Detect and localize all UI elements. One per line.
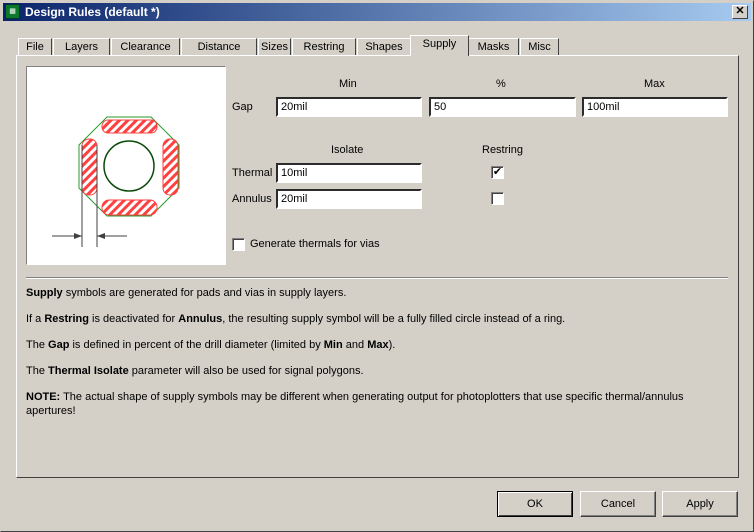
vias-thermals-checkbox[interactable] xyxy=(232,238,245,251)
thermal-preview-image xyxy=(26,66,226,265)
help-text: The actual shape of supply symbols may b… xyxy=(26,391,684,417)
tab-layers[interactable]: Layers xyxy=(53,38,110,56)
thermal-restring-checkbox[interactable]: ✔ xyxy=(491,166,504,179)
cancel-button[interactable]: Cancel xyxy=(580,491,656,517)
help-bold-text: Min xyxy=(323,339,343,351)
app-icon: ▦ xyxy=(5,4,20,19)
tab-file[interactable]: File xyxy=(18,38,52,56)
help-bold-text: Annulus xyxy=(178,313,223,325)
tab-sizes[interactable]: Sizes xyxy=(258,38,291,56)
annulus-label: Annulus xyxy=(232,193,272,205)
gap-percent-input[interactable]: 50 xyxy=(429,97,576,117)
help-text: The xyxy=(26,365,49,377)
restring-header: Restring xyxy=(482,144,523,156)
help-bold-text: Restring xyxy=(44,313,89,325)
max-header: Max xyxy=(644,78,665,90)
help-text: symbols are generated for pads and vias … xyxy=(62,287,347,299)
ok-button[interactable]: OK xyxy=(497,491,573,517)
tab-shapes[interactable]: Shapes xyxy=(357,38,411,56)
close-button[interactable]: ✕ xyxy=(732,5,748,19)
help-bold-text: Thermal Isolate xyxy=(48,365,129,377)
tab-restring[interactable]: Restring xyxy=(292,38,356,56)
annulus-isolate-input[interactable]: 20mil xyxy=(276,189,422,209)
help-text: and xyxy=(342,339,368,351)
help-bold-text: Supply xyxy=(26,287,63,299)
help-text: ). xyxy=(388,339,396,351)
tab-distance[interactable]: Distance xyxy=(181,38,257,56)
gap-max-input[interactable]: 100mil xyxy=(582,97,728,117)
annulus-restring-checkbox[interactable] xyxy=(491,192,504,205)
tab-misc[interactable]: Misc xyxy=(520,38,559,56)
percent-header: % xyxy=(496,78,506,90)
help-paragraph: Supply symbols are generated for pads an… xyxy=(26,286,726,300)
help-bold-text: Max xyxy=(367,339,389,351)
help-text: If a xyxy=(26,313,45,325)
help-paragraph: The Gap is defined in percent of the dri… xyxy=(26,338,726,352)
thermal-diagram xyxy=(52,116,180,247)
help-text: is deactivated for xyxy=(88,313,179,325)
tab-supply[interactable]: Supply xyxy=(410,35,469,56)
gap-label: Gap xyxy=(232,101,253,113)
help-paragraph: If a Restring is deactivated for Annulus… xyxy=(26,312,726,326)
tab-masks[interactable]: Masks xyxy=(468,38,519,56)
window-title: Design Rules (default *) xyxy=(25,5,160,19)
thermal-label: Thermal xyxy=(232,167,273,179)
apply-button[interactable]: Apply xyxy=(662,491,738,517)
vias-thermals-label[interactable]: Generate thermals for vias xyxy=(250,238,380,250)
gap-min-input[interactable]: 20mil xyxy=(276,97,422,117)
help-text: , the resulting supply symbol will be a … xyxy=(222,313,566,325)
help-text: The xyxy=(26,339,49,351)
isolate-header: Isolate xyxy=(331,144,364,156)
help-paragraph: NOTE: The actual shape of supply symbols… xyxy=(26,390,726,418)
title-bar: Design Rules (default *) xyxy=(3,3,751,21)
separator xyxy=(26,277,728,279)
help-bold-text: NOTE: xyxy=(26,391,61,403)
help-paragraph: The Thermal Isolate parameter will also … xyxy=(26,364,726,378)
min-header: Min xyxy=(339,78,357,90)
help-bold-text: Gap xyxy=(48,339,70,351)
help-text: parameter will also be used for signal p… xyxy=(128,365,364,377)
thermal-isolate-input[interactable]: 10mil xyxy=(276,163,422,183)
tab-clearance[interactable]: Clearance xyxy=(111,38,180,56)
help-text: is defined in percent of the drill diame… xyxy=(69,339,324,351)
